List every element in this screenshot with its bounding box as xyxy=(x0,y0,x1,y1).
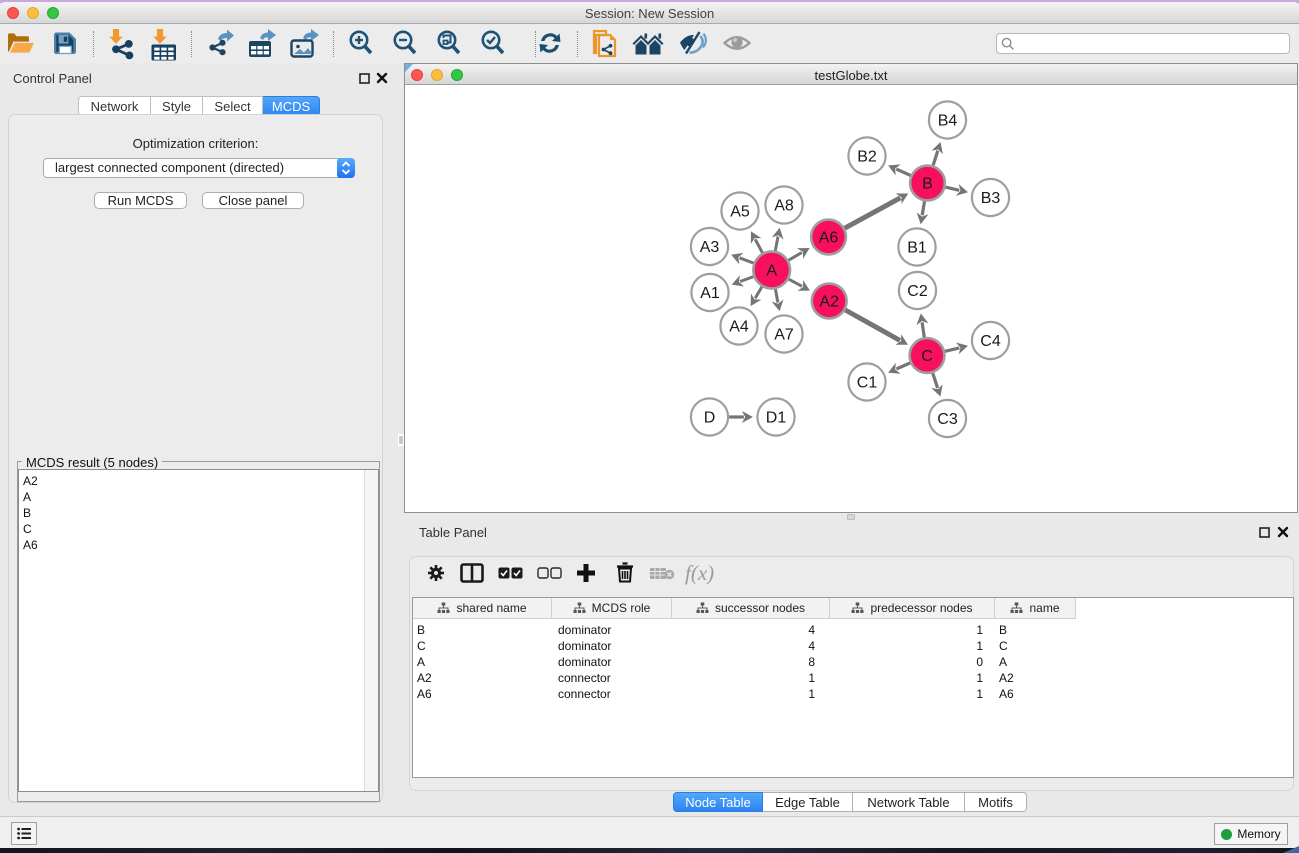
svg-text:B2: B2 xyxy=(857,149,877,166)
svg-text:B: B xyxy=(922,176,933,193)
svg-text:D: D xyxy=(704,410,716,427)
svg-text:A1: A1 xyxy=(700,285,720,302)
svg-text:A4: A4 xyxy=(729,319,749,336)
svg-text:A3: A3 xyxy=(700,239,720,256)
svg-text:D1: D1 xyxy=(766,410,787,427)
svg-text:C3: C3 xyxy=(937,411,958,428)
svg-text:C4: C4 xyxy=(980,333,1001,350)
svg-text:C: C xyxy=(921,348,933,365)
svg-text:C2: C2 xyxy=(907,283,928,300)
svg-text:B3: B3 xyxy=(981,190,1001,207)
svg-text:B1: B1 xyxy=(907,240,927,257)
svg-text:C1: C1 xyxy=(857,375,878,392)
svg-text:B4: B4 xyxy=(938,113,958,130)
svg-text:A5: A5 xyxy=(730,204,750,221)
svg-text:A: A xyxy=(766,263,777,280)
svg-text:A8: A8 xyxy=(774,198,794,215)
svg-text:A6: A6 xyxy=(819,230,839,247)
svg-text:A2: A2 xyxy=(819,294,839,311)
svg-text:A7: A7 xyxy=(774,327,794,344)
